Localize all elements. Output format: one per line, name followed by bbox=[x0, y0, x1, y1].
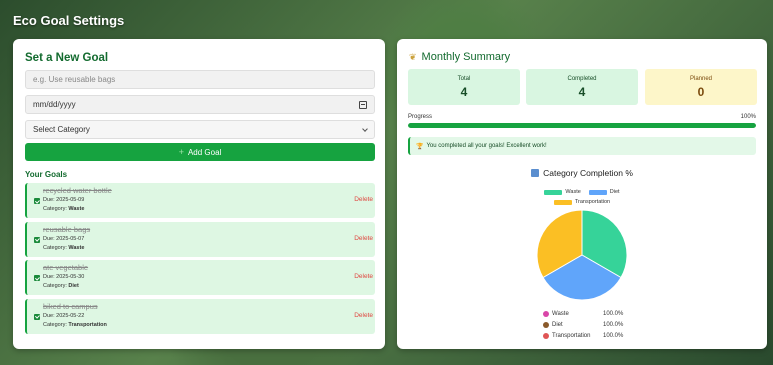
trophy-icon: 🏆 bbox=[416, 143, 424, 150]
goal-category-prefix: Category: bbox=[43, 283, 67, 289]
goal-checkbox[interactable] bbox=[34, 275, 40, 281]
legend-swatch-transportation bbox=[553, 199, 572, 205]
legend-item-diet[interactable]: Diet bbox=[588, 189, 620, 195]
category-percent-waste: 100.0% bbox=[603, 310, 624, 317]
goal-form-card: Set a New Goal mm/dd/yyyy Select Categor… bbox=[13, 39, 385, 349]
sprout-icon: ❦ bbox=[409, 51, 417, 62]
goal-input[interactable] bbox=[33, 75, 367, 84]
date-input[interactable]: mm/dd/yyyy bbox=[25, 95, 375, 114]
goal-due: Due: 2025-05-07 bbox=[43, 235, 85, 242]
pie-chart bbox=[536, 209, 628, 301]
goal-category-value: Transportation bbox=[68, 321, 107, 328]
chevron-down-icon bbox=[362, 125, 368, 132]
success-message-text: You completed all your goals! Excellent … bbox=[426, 143, 547, 149]
goal-category-value: Diet bbox=[68, 283, 79, 289]
food-icon bbox=[543, 321, 549, 328]
stat-completed-label: Completed bbox=[567, 76, 597, 82]
calendar-icon[interactable] bbox=[359, 100, 367, 109]
category-percent-diet: 100.0% bbox=[603, 321, 624, 328]
goal-checkbox[interactable] bbox=[34, 313, 40, 320]
stat-planned-value: 0 bbox=[697, 85, 705, 99]
goal-item: ate vegetable Due: 2025-05-30 Category: Di… bbox=[25, 260, 375, 295]
legend-label-transportation: Transportation bbox=[574, 199, 611, 205]
add-goal-label: Add Goal bbox=[187, 147, 222, 157]
goal-category-prefix: Category: bbox=[43, 206, 67, 212]
goal-name: recycled water bottle bbox=[43, 186, 112, 195]
stat-total: Total 4 bbox=[408, 69, 520, 105]
legend-item-waste[interactable]: Waste bbox=[544, 189, 581, 195]
category-row-waste: Waste 100.0% bbox=[543, 308, 623, 319]
goal-due: Due: 2025-05-30 bbox=[43, 274, 85, 280]
chart-icon bbox=[531, 169, 540, 177]
chart-legend-row-1: Waste Diet bbox=[397, 189, 767, 195]
progress-bar bbox=[408, 123, 756, 128]
legend-swatch-waste bbox=[544, 189, 563, 195]
stat-planned: Planned 0 bbox=[645, 69, 757, 105]
stat-total-label: Total bbox=[457, 76, 471, 82]
success-message: 🏆 You completed all your goals! Excellen… bbox=[408, 137, 756, 155]
goal-category: Category: Waste bbox=[43, 245, 84, 251]
delete-button[interactable]: Delete bbox=[354, 312, 373, 319]
stat-completed-value: 4 bbox=[578, 85, 586, 99]
stat-total-value: 4 bbox=[460, 85, 468, 99]
delete-button[interactable]: Delete bbox=[354, 235, 373, 242]
goals-heading: Your Goals bbox=[25, 170, 68, 179]
goal-item: reusable bags Due: 2025-05-07 Category: Wa… bbox=[25, 221, 375, 257]
goal-name: ate vegetable bbox=[43, 263, 89, 272]
category-row-transportation: Transportation 100.0% bbox=[543, 330, 623, 341]
summary-heading: Monthly Summary bbox=[421, 51, 511, 63]
chart-legend-row-2: Transportation bbox=[397, 199, 767, 205]
date-placeholder: mm/dd/yyyy bbox=[33, 100, 76, 109]
category-select[interactable]: Select Category bbox=[25, 120, 375, 139]
goal-category: Category: Diet bbox=[43, 283, 79, 289]
add-goal-button[interactable]: + Add Goal bbox=[25, 143, 375, 161]
delete-button[interactable]: Delete bbox=[354, 273, 373, 280]
category-name-transportation: Transportation bbox=[552, 332, 591, 339]
category-row-diet: Diet 100.0% bbox=[543, 319, 623, 330]
goal-category-prefix: Category: bbox=[43, 321, 67, 328]
goal-due: Due: 2025-05-09 bbox=[43, 197, 85, 203]
delete-button[interactable]: Delete bbox=[354, 196, 373, 203]
legend-label-waste: Waste bbox=[565, 189, 581, 195]
category-name-diet: Diet bbox=[552, 321, 563, 328]
goal-input-wrapper bbox=[25, 70, 375, 89]
legend-label-diet: Diet bbox=[609, 189, 620, 195]
category-percent-transportation: 100.0% bbox=[603, 332, 624, 339]
plus-icon: + bbox=[178, 147, 184, 157]
legend-item-transportation[interactable]: Transportation bbox=[553, 199, 611, 205]
progress-label: Progress bbox=[408, 114, 433, 120]
app-title: Eco Goal Settings bbox=[13, 13, 125, 28]
stat-completed: Completed 4 bbox=[526, 69, 638, 105]
goal-due: Due: 2025-05-22 bbox=[43, 312, 85, 319]
progress-value: 100% bbox=[740, 114, 756, 120]
category-name-waste: Waste bbox=[552, 310, 569, 317]
goal-name: biked to campus bbox=[43, 301, 98, 311]
goal-item: biked to campus Due: 2025-05-22 Category: … bbox=[25, 298, 375, 334]
goal-checkbox[interactable] bbox=[34, 236, 40, 243]
goal-category-value: Waste bbox=[68, 244, 85, 251]
chart-title-row: Category Completion % bbox=[397, 168, 767, 178]
category-table: Waste 100.0% Diet 100.0% Transportation … bbox=[543, 308, 623, 341]
summary-card: ❦ Monthly Summary Total 4 Completed 4 Pl… bbox=[397, 39, 767, 349]
progress-fill bbox=[408, 123, 756, 128]
goal-name: reusable bags bbox=[43, 224, 91, 234]
goal-checkbox[interactable] bbox=[34, 198, 40, 204]
category-selected: Select Category bbox=[33, 125, 90, 134]
goal-category: Category: Transportation bbox=[43, 322, 107, 328]
stat-planned-label: Planned bbox=[689, 76, 713, 82]
summary-heading-row: ❦ Monthly Summary bbox=[409, 51, 510, 63]
goal-category: Category: Waste bbox=[43, 206, 84, 212]
legend-swatch-diet bbox=[588, 189, 607, 195]
goal-category-prefix: Category: bbox=[43, 244, 67, 251]
form-heading: Set a New Goal bbox=[25, 52, 109, 64]
goal-item: recycled water bottle Due: 2025-05-09 Cate… bbox=[25, 183, 375, 218]
recycle-icon bbox=[543, 310, 549, 317]
bike-icon bbox=[543, 332, 549, 339]
chart-title: Category Completion % bbox=[543, 168, 633, 178]
goal-category-value: Waste bbox=[68, 206, 85, 212]
